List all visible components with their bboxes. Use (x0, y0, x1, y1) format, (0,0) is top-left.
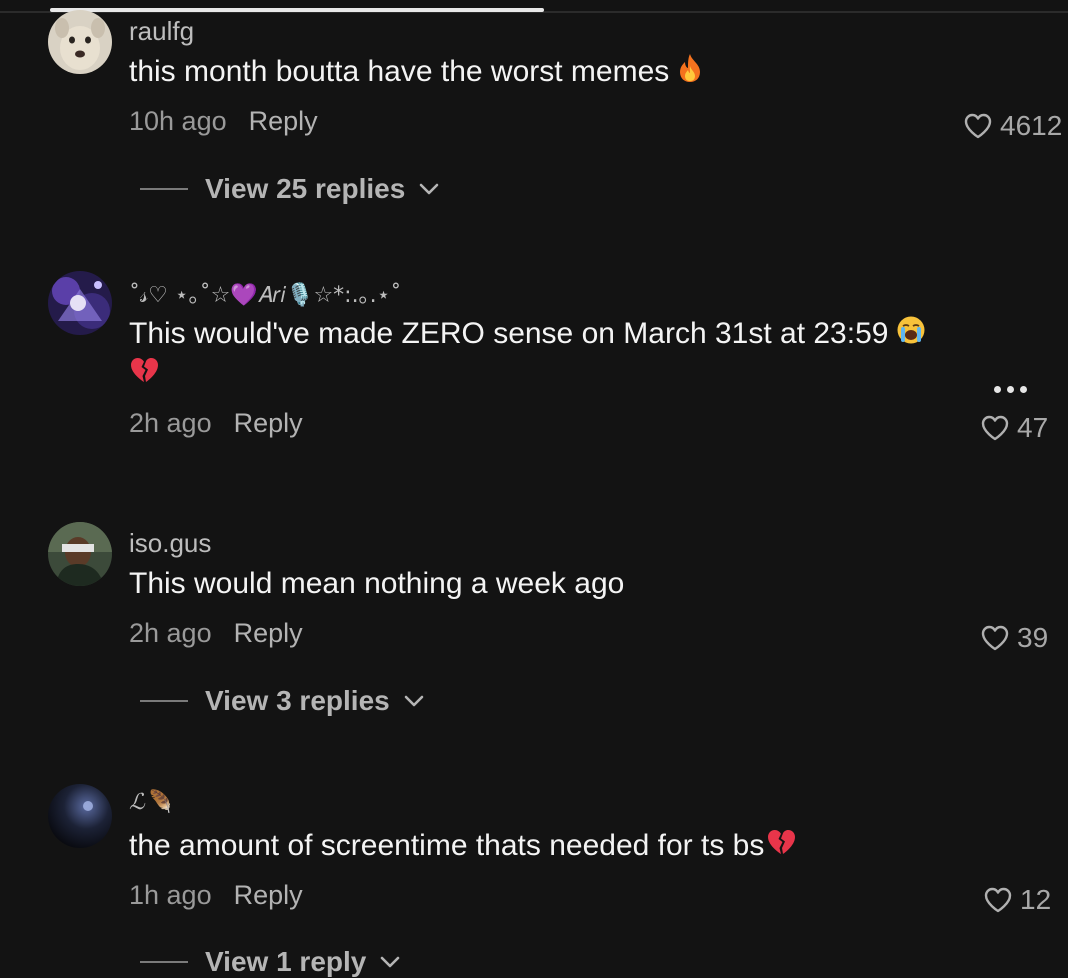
heart-outline-icon (964, 113, 992, 139)
replies-divider-line (140, 188, 188, 190)
like-button[interactable]: 47 (981, 412, 1048, 444)
comment-meta: 2h ago Reply (129, 618, 303, 649)
username[interactable]: ˚𝓈♡ ⋆｡˚☆💜𝐴𝑟𝑖🎙️☆*:.｡.⋆˚ (129, 277, 401, 309)
timestamp: 1h ago (129, 880, 212, 910)
like-button[interactable]: 39 (981, 622, 1048, 654)
reply-button[interactable]: Reply (234, 880, 303, 910)
comment-text-content: This would've made ZERO sense on March 3… (129, 317, 889, 350)
sheet-handle-bar[interactable] (50, 8, 544, 12)
comment-text-content: the amount of screentime thats needed fo… (129, 829, 765, 862)
view-replies-button[interactable]: View 25 replies (140, 173, 439, 205)
more-dot (1007, 386, 1014, 393)
comment-text: This would mean nothing a week ago (129, 564, 624, 604)
reply-button[interactable]: Reply (234, 408, 303, 438)
heart-outline-icon (984, 887, 1012, 913)
view-replies-label: View 3 replies (205, 685, 390, 716)
comment-meta: 2h ago Reply (129, 408, 303, 439)
like-count: 39 (1017, 622, 1049, 653)
avatar[interactable] (48, 271, 112, 335)
reply-button[interactable]: Reply (249, 106, 318, 136)
more-dot (1020, 386, 1027, 393)
comment-meta: 1h ago Reply (129, 880, 303, 911)
comment-text: this month boutta have the worst memes (129, 52, 703, 94)
broken-heart-emoji-icon (129, 355, 159, 395)
reply-button[interactable]: Reply (234, 618, 303, 648)
more-options-icon[interactable] (994, 386, 1027, 393)
timestamp: 2h ago (129, 408, 212, 438)
view-replies-label: View 25 replies (205, 173, 406, 204)
like-button[interactable]: 12 (984, 884, 1051, 916)
heart-outline-icon (981, 625, 1009, 651)
timestamp: 2h ago (129, 618, 212, 648)
view-replies-button[interactable]: View 3 replies (140, 685, 424, 717)
avatar[interactable] (48, 10, 112, 74)
comment-text: the amount of screentime thats needed fo… (129, 826, 796, 867)
chevron-down-icon (381, 956, 400, 968)
view-replies-button[interactable]: View 1 reply (140, 946, 400, 978)
username[interactable]: raulfg (129, 16, 194, 47)
comment-text-content: This would mean nothing a week ago (129, 567, 625, 600)
comment-text-content: this month boutta have the worst memes (129, 55, 670, 88)
comment-text: This would've made ZERO sense on March 3… (129, 314, 926, 356)
loudly-crying-face-emoji-icon (896, 315, 926, 356)
view-replies-label: View 1 reply (205, 946, 367, 977)
like-button[interactable]: 4612 (964, 110, 1062, 142)
like-count: 47 (1017, 412, 1049, 443)
comment-text-line2 (129, 354, 159, 395)
avatar[interactable] (48, 784, 112, 848)
username[interactable]: iso.gus (129, 528, 211, 559)
chevron-down-icon (419, 183, 439, 195)
broken-heart-emoji-icon (766, 827, 796, 867)
replies-divider-line (140, 700, 188, 702)
more-dot (994, 386, 1001, 393)
chevron-down-icon (404, 695, 424, 707)
fire-emoji-icon (677, 53, 703, 94)
heart-outline-icon (981, 415, 1009, 441)
timestamp: 10h ago (129, 106, 227, 136)
username[interactable]: ℒ🪶 (129, 790, 172, 815)
replies-divider-line (140, 961, 188, 963)
like-count: 12 (1020, 884, 1052, 915)
comment-meta: 10h ago Reply (129, 106, 318, 137)
like-count: 4612 (1000, 110, 1063, 141)
avatar[interactable] (48, 522, 112, 586)
